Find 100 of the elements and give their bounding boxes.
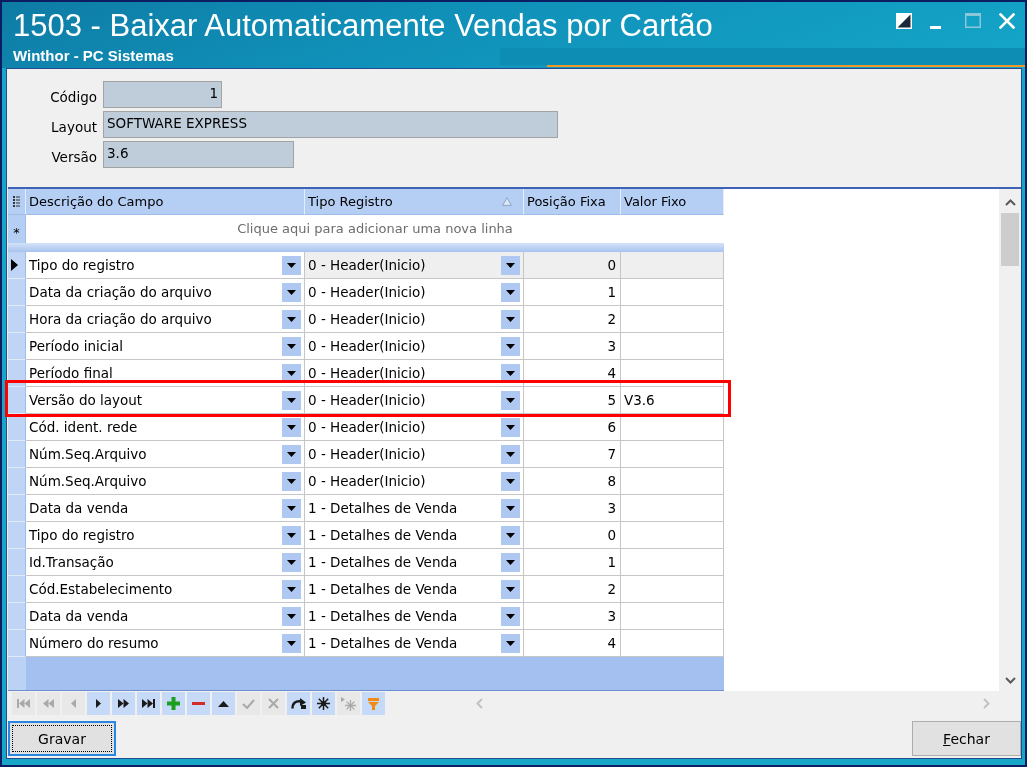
dropdown-button[interactable] xyxy=(282,255,301,275)
chevron-down-icon[interactable] xyxy=(1004,677,1016,684)
caret-icon xyxy=(506,397,515,403)
dropdown-cell[interactable]: Versão do layout xyxy=(26,387,305,414)
dropdown-cell[interactable]: 1 - Detalhes de Venda xyxy=(305,603,524,630)
dropdown-button[interactable] xyxy=(501,498,520,518)
dropdown-cell[interactable]: Data da venda xyxy=(26,495,305,522)
scrollbar-thumb[interactable] xyxy=(1001,213,1019,266)
caret-icon xyxy=(506,613,515,619)
text-field[interactable]: 1 xyxy=(103,81,222,108)
delete-button[interactable] xyxy=(187,692,210,715)
dropdown-button[interactable] xyxy=(501,336,520,356)
dropdown-cell[interactable]: 0 - Header(Inicio) xyxy=(305,306,524,333)
text-field[interactable]: 3.6 xyxy=(103,141,294,168)
cross-icon xyxy=(268,698,279,709)
curved-arrow-icon xyxy=(291,698,306,709)
dropdown-cell[interactable]: Cód.Estabelecimento xyxy=(26,576,305,603)
caret-icon xyxy=(506,640,515,646)
dropdown-button[interactable] xyxy=(282,336,301,356)
right-triangle-icon xyxy=(96,699,101,708)
dropdown-cell[interactable]: Núm.Seq.Arquivo xyxy=(26,441,305,468)
dropdown-button[interactable] xyxy=(501,579,520,599)
field-label: Layout xyxy=(51,117,97,135)
caret-icon xyxy=(506,424,515,430)
next-record-button[interactable] xyxy=(87,692,110,715)
dropdown-cell[interactable]: 0 - Header(Inicio) xyxy=(305,279,524,306)
dropdown-button[interactable] xyxy=(282,444,301,464)
dropdown-button[interactable] xyxy=(501,525,520,545)
column-header[interactable]: Valor Fixo xyxy=(621,189,724,215)
dropdown-cell[interactable]: Data da venda xyxy=(26,603,305,630)
dropdown-button[interactable] xyxy=(501,633,520,653)
dropdown-button[interactable] xyxy=(282,282,301,302)
dropdown-cell[interactable]: 1 - Detalhes de Venda xyxy=(305,576,524,603)
dropdown-cell[interactable]: 0 - Header(Inicio) xyxy=(305,333,524,360)
dropdown-cell[interactable]: Tipo do registro xyxy=(26,522,305,549)
dropdown-cell[interactable]: Núm.Seq.Arquivo xyxy=(26,468,305,495)
dropdown-cell[interactable]: Id.Transação xyxy=(26,549,305,576)
dropdown-cell[interactable]: 1 - Detalhes de Venda xyxy=(305,522,524,549)
column-chooser-button[interactable] xyxy=(8,189,26,215)
dropdown-button[interactable] xyxy=(282,633,301,653)
action-button[interactable]: Fechar xyxy=(912,721,1021,756)
dropdown-cell[interactable]: 0 - Header(Inicio) xyxy=(305,468,524,495)
double-right-icon xyxy=(118,699,129,708)
current-row-icon xyxy=(11,259,18,271)
dropdown-button[interactable] xyxy=(501,309,520,329)
plus-icon xyxy=(167,697,180,710)
new-row-marker: * xyxy=(13,225,20,240)
close-icon[interactable] xyxy=(999,13,1015,29)
column-header[interactable]: Tipo Registro xyxy=(305,189,524,215)
dropdown-button[interactable] xyxy=(501,606,520,626)
dropdown-cell[interactable]: 0 - Header(Inicio) xyxy=(305,387,524,414)
last-record-button[interactable] xyxy=(137,692,160,715)
window-title: 1503 - Baixar Automaticamente Vendas por Cartão xyxy=(13,8,713,44)
dropdown-button[interactable] xyxy=(282,471,301,491)
dropdown-button[interactable] xyxy=(501,471,520,491)
skip-end-icon xyxy=(142,699,155,708)
dropdown-cell[interactable]: Período inicial xyxy=(26,333,305,360)
dropdown-cell[interactable]: 1 - Detalhes de Venda xyxy=(305,630,524,657)
action-button[interactable]: Gravar xyxy=(8,721,116,756)
table-cell: 1 xyxy=(524,549,621,576)
dropdown-button[interactable] xyxy=(501,390,520,410)
burst-button[interactable] xyxy=(312,692,335,715)
dropdown-button[interactable] xyxy=(282,390,301,410)
caret-icon xyxy=(506,586,515,592)
dropdown-cell[interactable]: Número do resumo xyxy=(26,630,305,657)
refresh-button[interactable] xyxy=(287,692,310,715)
dropdown-cell[interactable]: Data da criação do arquivo xyxy=(26,279,305,306)
dropdown-button[interactable] xyxy=(282,309,301,329)
vertical-scrollbar[interactable] xyxy=(999,189,1021,691)
check-icon xyxy=(242,698,255,709)
row-indicator[interactable] xyxy=(8,252,26,279)
caret-icon xyxy=(287,640,296,646)
dropdown-button[interactable] xyxy=(282,498,301,518)
dropdown-button[interactable] xyxy=(282,579,301,599)
column-header[interactable]: Descrição do Campo xyxy=(26,189,305,215)
dropdown-button[interactable] xyxy=(282,525,301,545)
dropdown-cell[interactable]: 1 - Detalhes de Venda xyxy=(305,549,524,576)
dropdown-cell[interactable]: 1 - Detalhes de Venda xyxy=(305,495,524,522)
dropdown-button[interactable] xyxy=(282,606,301,626)
dropdown-cell[interactable]: Hora da criação do arquivo xyxy=(26,306,305,333)
edit-button[interactable] xyxy=(212,692,235,715)
chevron-up-icon[interactable] xyxy=(1004,199,1016,206)
caret-icon xyxy=(506,478,515,484)
caret-icon xyxy=(287,397,296,403)
next-page-button[interactable] xyxy=(112,692,135,715)
dropdown-cell[interactable]: 0 - Header(Inicio) xyxy=(305,441,524,468)
half-filled-square-icon[interactable] xyxy=(896,13,912,29)
text-field[interactable]: SOFTWARE EXPRESS xyxy=(103,111,558,138)
dropdown-button[interactable] xyxy=(501,282,520,302)
dropdown-button[interactable] xyxy=(282,417,301,437)
dropdown-button[interactable] xyxy=(501,552,520,572)
dropdown-cell[interactable]: 0 - Header(Inicio) xyxy=(305,252,524,279)
dropdown-button[interactable] xyxy=(501,417,520,437)
table-cell: 1 xyxy=(524,279,621,306)
dropdown-button[interactable] xyxy=(501,255,520,275)
dropdown-cell[interactable]: Tipo do registro xyxy=(26,252,305,279)
column-header[interactable]: Posição Fixa xyxy=(524,189,621,215)
dropdown-button[interactable] xyxy=(282,552,301,572)
caret-icon xyxy=(287,586,296,592)
dropdown-button[interactable] xyxy=(501,444,520,464)
